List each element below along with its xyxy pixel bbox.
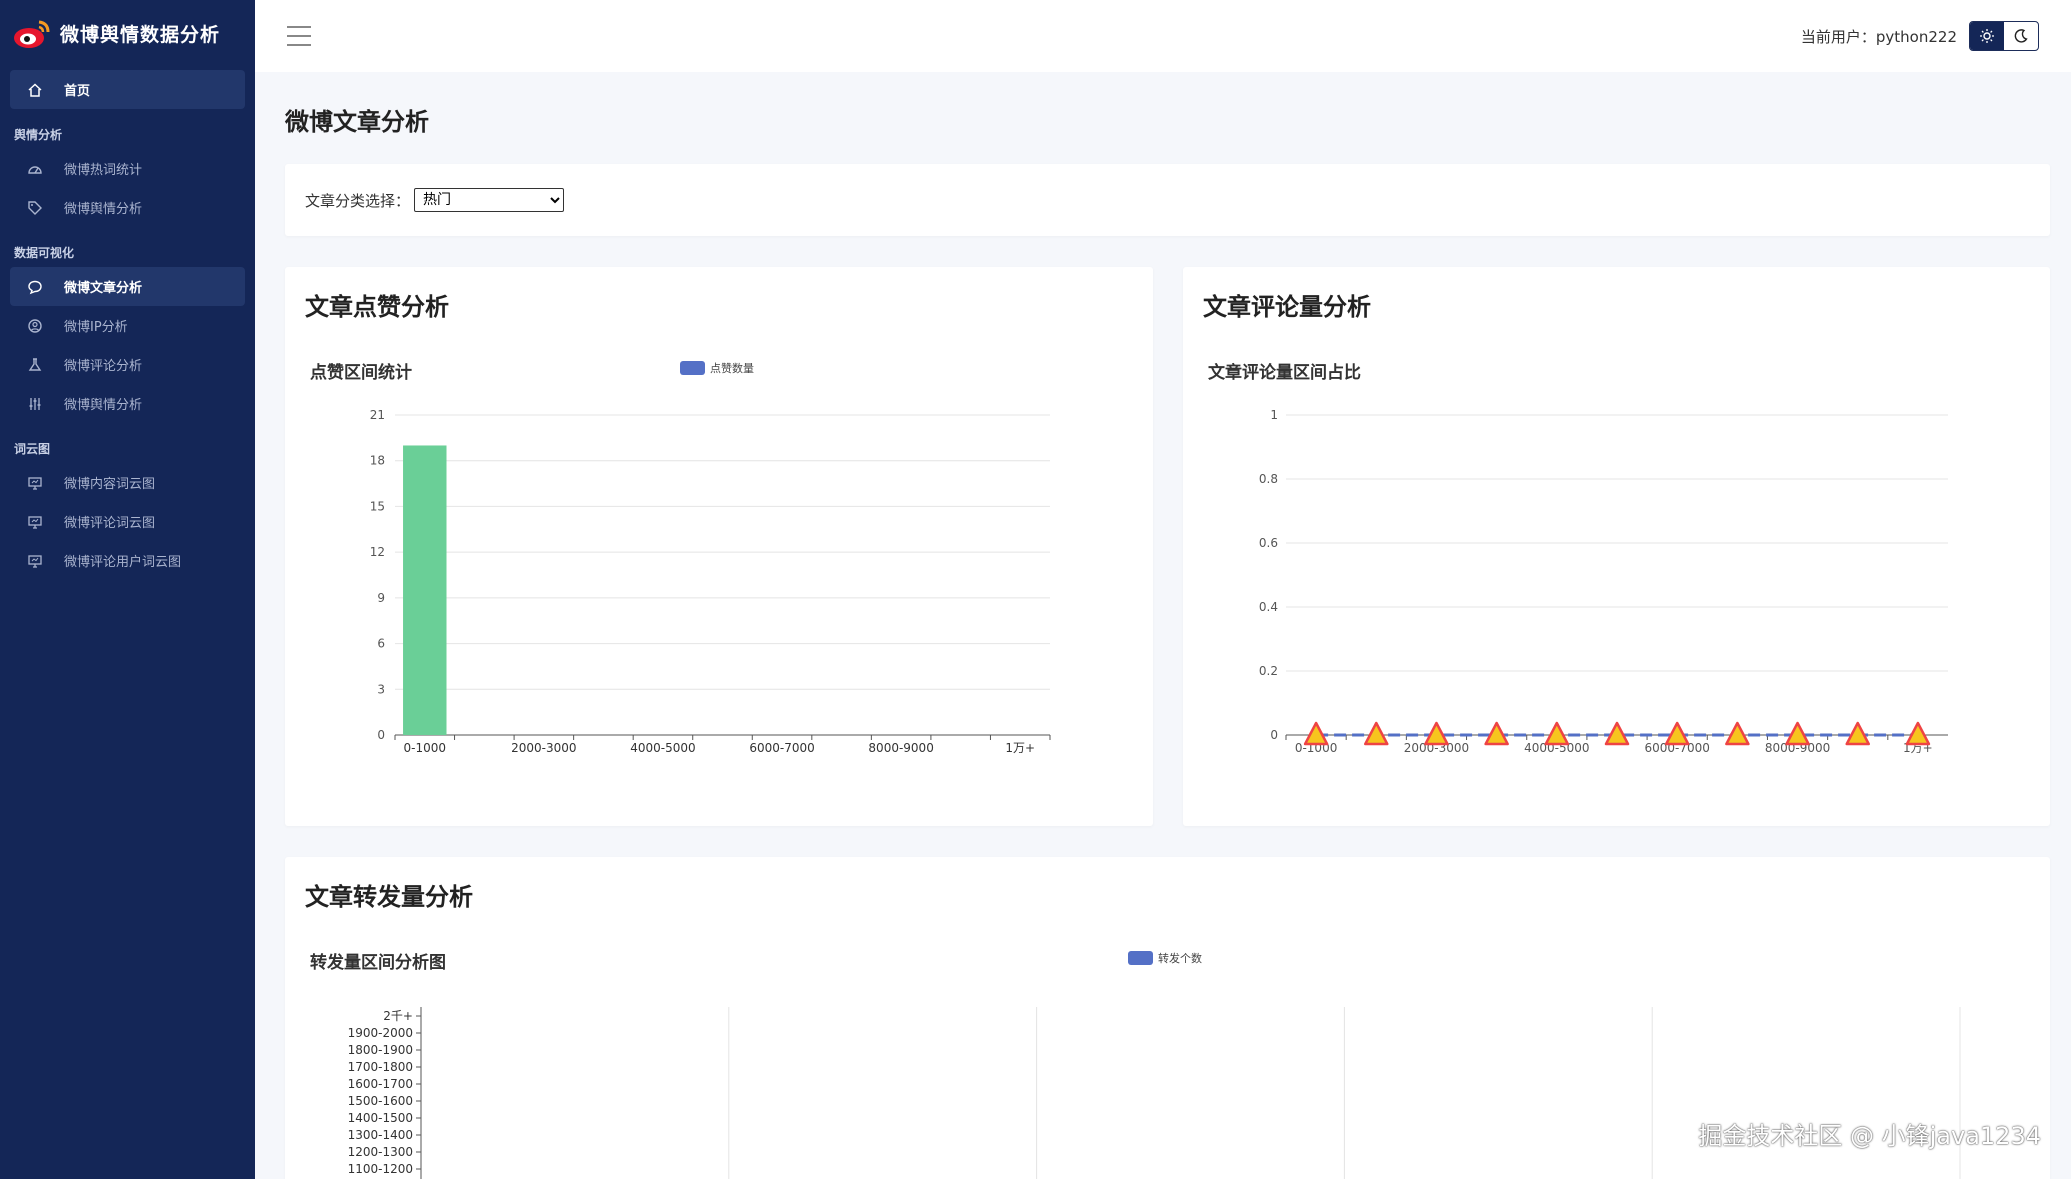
sidebar-item-label: 微博评论词云图 — [64, 516, 156, 531]
current-user: 当前用户：python222 — [1800, 28, 1957, 46]
y-tick-label: 1900-2000 — [348, 1026, 413, 1040]
sidebar-item-label: 微博内容词云图 — [64, 477, 156, 492]
y-tick-label: 0.6 — [1259, 536, 1278, 550]
monitor-icon — [26, 513, 44, 531]
theme-toggle[interactable] — [1969, 21, 2039, 51]
monitor-icon — [26, 474, 44, 492]
sidebar-item-label: 微博评论分析 — [64, 359, 143, 374]
sidebar-item-home[interactable]: 首页 — [10, 70, 245, 109]
comments-line-chart: 00.20.40.60.810-1000 2000-3000 4000-5000 60… — [1259, 408, 1948, 755]
y-tick-label: 0.4 — [1259, 600, 1278, 614]
nav-section-title: 舆情分析 — [14, 128, 63, 142]
x-tick-label: 8000-9000 — [868, 741, 933, 755]
y-tick-label: 2千+ — [383, 1009, 413, 1023]
sidebar: 微博舆情数据分析 首页 舆情分析 微博热词统计 微博舆情分析 数据可视化 微博文… — [0, 0, 255, 1179]
sidebar-item-comment-wordcloud[interactable]: 微博评论词云图 — [10, 502, 245, 541]
y-tick-label: 1600-1700 — [348, 1077, 413, 1091]
y-tick-label: 1500-1600 — [348, 1094, 413, 1108]
filter-card: 文章分类选择： 热门 — [285, 164, 2050, 236]
category-filter-label: 文章分类选择： — [305, 191, 411, 210]
y-tick-label: 3 — [377, 682, 385, 696]
y-tick-label: 18 — [370, 454, 385, 468]
likes-card: 文章点赞分析 点赞区间统计 点赞数量 0 3 6 9 12 15 18 21 0-1000 200… — [285, 267, 1153, 826]
y-tick-label: 12 — [370, 545, 385, 559]
y-tick-label: 1100-1200 — [348, 1162, 413, 1176]
dashboard-icon — [26, 160, 44, 178]
y-tick-label: 0.2 — [1259, 664, 1278, 678]
sidebar-item-sentiment[interactable]: 微博舆情分析 — [10, 188, 245, 227]
app-title: 微博舆情数据分析 — [60, 23, 221, 46]
y-tick-label: 15 — [370, 499, 385, 513]
y-tick-label: 1800-1900 — [348, 1043, 413, 1057]
y-tick-label: 9 — [377, 591, 385, 605]
y-tick-label: 1300-1400 — [348, 1128, 413, 1142]
bar — [403, 445, 447, 735]
watermark: 掘金技术社区 @ 小锋java1234 — [1698, 1122, 2041, 1150]
x-tick-label: 6000-7000 — [749, 741, 814, 755]
x-tick-label: 4000-5000 — [630, 741, 695, 755]
sidebar-item-label: 微博评论用户词云图 — [64, 555, 182, 570]
y-tick-label: 1200-1300 — [348, 1145, 413, 1159]
sun-icon[interactable] — [1970, 22, 2004, 50]
y-tick-label: 0 — [377, 728, 385, 742]
sidebar-item-content-wordcloud[interactable]: 微博内容词云图 — [10, 463, 245, 502]
nav-section-title: 数据可视化 — [14, 246, 75, 260]
moon-icon[interactable] — [2004, 22, 2038, 50]
monitor-icon — [26, 552, 44, 570]
y-tick-label: 1400-1500 — [348, 1111, 413, 1125]
y-tick-label: 0.8 — [1259, 472, 1278, 486]
sidebar-item-label: 微博IP分析 — [64, 320, 128, 335]
weibo-logo-icon — [14, 20, 50, 48]
comments-card: 文章评论量分析 文章评论量区间占比 0 0.2 0.4 0.6 0.8 1 0-1000 20… — [1183, 267, 2050, 826]
brand[interactable]: 微博舆情数据分析 — [0, 0, 255, 66]
y-tick-label: 1700-1800 — [348, 1060, 413, 1074]
sidebar-item-sentiment-viz[interactable]: 微博舆情分析 — [10, 384, 245, 423]
sidebar-item-comment-analysis[interactable]: 微博评论分析 — [10, 345, 245, 384]
data-point-marker — [1544, 721, 1570, 746]
sidebar-item-ip-analysis[interactable]: 微博IP分析 — [10, 306, 245, 345]
sidebar-item-article-analysis[interactable]: 微博文章分析 — [10, 267, 245, 306]
y-tick-label: 21 — [370, 408, 385, 422]
sidebar-item-label: 微博舆情分析 — [64, 202, 143, 217]
page-title: 微博文章分析 — [285, 108, 429, 136]
y-tick-label: 0 — [1270, 728, 1278, 742]
topbar: 当前用户：python222 — [255, 0, 2071, 72]
y-tick-label: 6 — [377, 637, 385, 651]
tag-icon — [26, 199, 44, 217]
home-icon — [26, 81, 44, 99]
sidebar-item-label: 微博热词统计 — [64, 163, 143, 178]
category-select[interactable]: 热门 — [414, 188, 565, 212]
sidebar-item-label: 微博文章分析 — [64, 281, 143, 296]
x-tick-label: 1万+ — [1005, 741, 1035, 755]
chat-icon — [26, 278, 44, 296]
x-tick-label: 2000-3000 — [511, 741, 576, 755]
sidebar-item-hotwords[interactable]: 微博热词统计 — [10, 149, 245, 188]
sliders-icon — [26, 395, 44, 413]
menu-toggle-icon[interactable] — [287, 26, 311, 46]
data-point-marker — [1725, 721, 1750, 746]
sidebar-item-label: 微博舆情分析 — [64, 398, 143, 413]
x-tick-label: 0-1000 — [404, 741, 447, 755]
flask-icon — [26, 356, 44, 374]
sidebar-item-label: 首页 — [64, 84, 91, 99]
data-point-marker — [1364, 721, 1389, 746]
y-tick-label: 1 — [1270, 408, 1278, 422]
sidebar-item-user-wordcloud[interactable]: 微博评论用户词云图 — [10, 541, 245, 580]
nav-section-title: 词云图 — [14, 442, 51, 456]
user-circle-icon — [26, 317, 44, 335]
likes-bar-chart: 0 3 6 9 12 15 18 21 0-1000 2000-3000 4000-5000 6000… — [370, 408, 1051, 755]
